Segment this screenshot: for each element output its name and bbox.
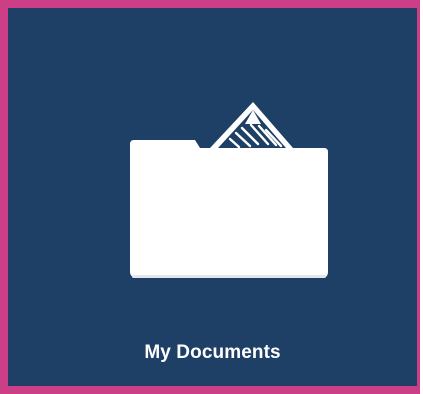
tile-label: My Documents	[144, 342, 281, 363]
my-documents-tile[interactable]: My Documents	[0, 0, 423, 394]
folder-with-documents-icon	[130, 102, 328, 278]
